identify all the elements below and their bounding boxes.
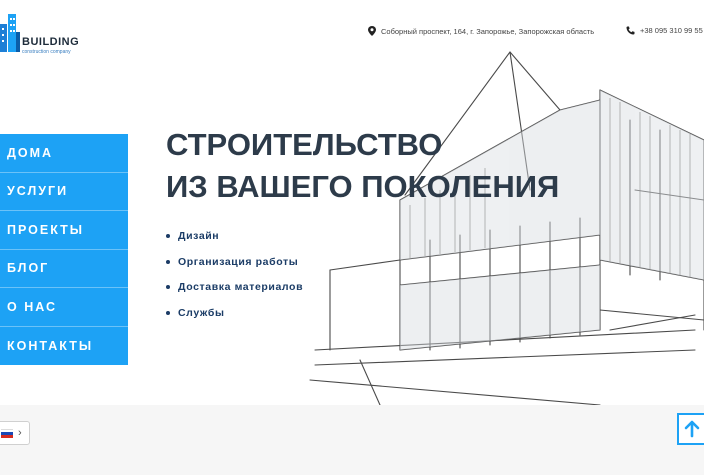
company-logo[interactable]: BUILDING construction company [0, 10, 100, 58]
building-sketch-illustration [309, 51, 704, 405]
nav-item-about[interactable]: О НАС [0, 288, 128, 327]
nav-item-contacts[interactable]: КОНТАКТЫ [0, 327, 128, 366]
main-navigation: ДОМА УСЛУГИ ПРОЕКТЫ БЛОГ О НАС КОНТАКТЫ [0, 134, 128, 365]
service-item-services[interactable]: Службы [166, 307, 303, 333]
language-switcher[interactable]: › [0, 421, 30, 445]
services-list: Дизайн Организация работы Доставка матер… [166, 230, 303, 332]
bullet-icon [166, 285, 170, 289]
hero-section: BUILDING construction company Соборный п… [0, 0, 704, 405]
chevron-right-icon: › [18, 427, 22, 439]
logo-title: BUILDING [22, 36, 80, 48]
headline-line-2: ИЗ ВАШЕГО ПОКОЛЕНИЯ [166, 169, 560, 204]
header-phone[interactable]: +38 095 310 99 55 [626, 26, 703, 35]
header-address[interactable]: Соборный проспект, 164, г. Запорожье, За… [368, 26, 594, 36]
lower-section [0, 405, 704, 475]
phone-icon [626, 26, 635, 35]
russian-flag-icon [1, 428, 13, 438]
scroll-to-top-button[interactable] [677, 413, 704, 445]
hero-headline: СТРОИТЕЛЬСТВО ИЗ ВАШЕГО ПОКОЛЕНИЯ [166, 124, 559, 208]
service-item-design[interactable]: Дизайн [166, 230, 303, 256]
location-pin-icon [368, 26, 376, 36]
service-item-organization[interactable]: Организация работы [166, 256, 303, 282]
headline-line-1: СТРОИТЕЛЬСТВО [166, 127, 443, 162]
address-text: Соборный проспект, 164, г. Запорожье, За… [381, 26, 595, 36]
bullet-icon [166, 310, 170, 315]
service-item-delivery[interactable]: Доставка материалов [166, 281, 303, 307]
nav-item-blog[interactable]: БЛОГ [0, 250, 128, 288]
logo-subtitle: construction company [22, 49, 71, 55]
phone-text: +38 095 310 99 55 [640, 26, 703, 35]
bullet-icon [166, 259, 170, 264]
nav-item-services[interactable]: УСЛУГИ [0, 173, 128, 211]
nav-item-projects[interactable]: ПРОЕКТЫ [0, 211, 128, 250]
bullet-icon [166, 234, 170, 238]
building-logo-icon [0, 14, 20, 52]
arrow-up-icon [684, 420, 700, 438]
nav-item-houses[interactable]: ДОМА [0, 134, 128, 173]
